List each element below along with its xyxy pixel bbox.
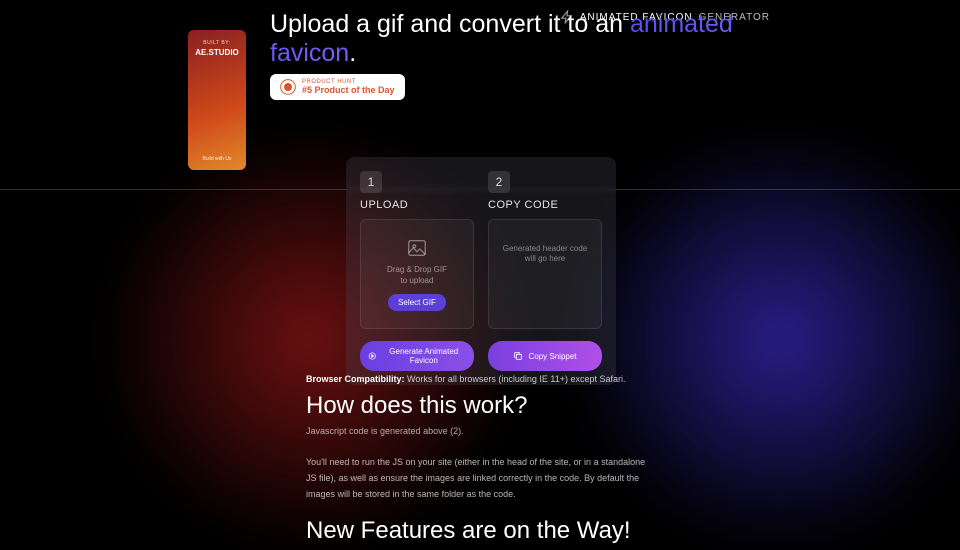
upload-hint: Drag & Drop GIF to upload — [387, 265, 447, 286]
select-gif-button[interactable]: Select GIF — [388, 294, 446, 311]
code-hint: Generated header code will go here — [497, 244, 593, 265]
step-2-number: 2 — [488, 171, 510, 193]
step-1-label: UPLOAD — [360, 199, 474, 211]
how-heading: How does this work? — [306, 392, 656, 420]
step-2-label: COPY CODE — [488, 199, 602, 211]
generate-button[interactable]: Generate Animated Favicon — [360, 341, 474, 371]
compat-label: Browser Compatibility: — [306, 374, 405, 384]
hero-title-pre: Upload a gif and convert it to an — [270, 10, 630, 38]
compat-text: Works for all browsers (including IE 11+… — [405, 374, 626, 384]
compat-note: Browser Compatibility: Works for all bro… — [306, 374, 656, 384]
converter-panel: 1 UPLOAD Drag & Drop GIF to upload Selec… — [346, 157, 616, 385]
new-features-heading: New Features are on the Way! — [306, 517, 656, 545]
ph-title: #5 Product of the Day — [302, 86, 395, 96]
sidebar-promo-card[interactable]: BUILT BY: AE.STUDIO Build with Us — [188, 30, 246, 170]
product-hunt-badge[interactable]: PRODUCT HUNT #5 Product of the Day — [270, 74, 405, 100]
code-output-box: Generated header code will go here — [488, 219, 602, 329]
copy-snippet-button[interactable]: Copy Snippet — [488, 341, 602, 371]
hero: Upload a gif and convert it to an animat… — [270, 10, 790, 100]
generate-label: Generate Animated Favicon — [382, 347, 466, 365]
copy-icon — [513, 351, 523, 361]
how-sub: Javascript code is generated above (2). — [306, 426, 656, 436]
copy-label: Copy Snippet — [528, 352, 576, 361]
product-hunt-icon — [280, 79, 296, 95]
sidebar-brand: AE.STUDIO — [195, 48, 239, 57]
sidebar-cta[interactable]: Build with Us — [203, 156, 232, 162]
hero-title: Upload a gif and convert it to an animat… — [270, 10, 790, 68]
content-section: Browser Compatibility: Works for all bro… — [306, 374, 656, 545]
upload-dropzone[interactable]: Drag & Drop GIF to upload Select GIF — [360, 219, 474, 329]
step-copy: 2 COPY CODE Generated header code will g… — [488, 171, 602, 329]
hero-title-post: . — [349, 39, 356, 67]
play-icon — [368, 351, 377, 361]
how-paragraph: You'll need to run the JS on your site (… — [306, 454, 656, 503]
image-icon — [406, 237, 428, 259]
built-by-label: BUILT BY: — [195, 40, 239, 46]
step-1-number: 1 — [360, 171, 382, 193]
step-upload: 1 UPLOAD Drag & Drop GIF to upload Selec… — [360, 171, 474, 329]
